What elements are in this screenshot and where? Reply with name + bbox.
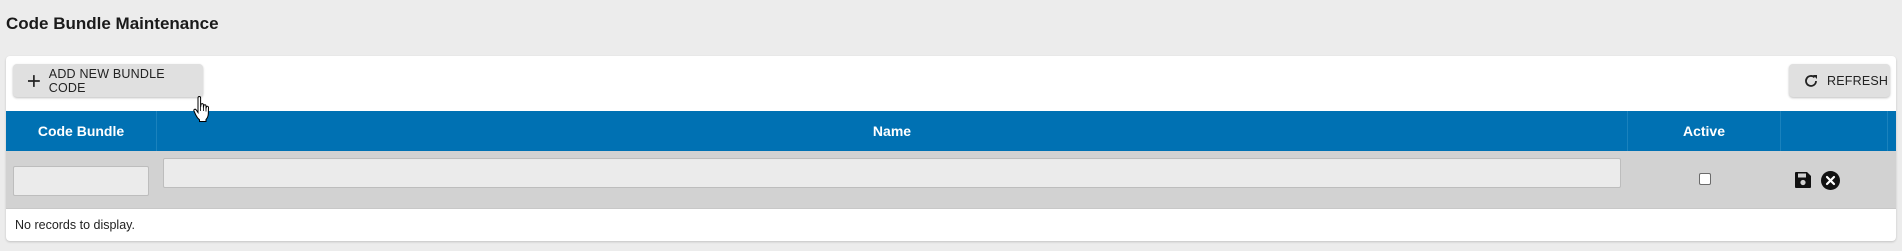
plus-icon <box>27 74 40 87</box>
column-header-active[interactable]: Active <box>1628 111 1781 151</box>
column-header-name[interactable]: Name <box>157 111 1628 151</box>
column-header-code-bundle[interactable]: Code Bundle <box>6 111 157 151</box>
code-bundle-input[interactable] <box>13 166 149 196</box>
no-records-message: No records to display. <box>6 208 1896 241</box>
add-new-bundle-code-label: ADD NEW BUNDLE CODE <box>48 66 165 95</box>
save-icon[interactable] <box>1793 170 1813 190</box>
column-header-actions <box>1781 111 1888 151</box>
grid-header: Code Bundle Name Active <box>6 111 1896 151</box>
page-title: Code Bundle Maintenance <box>6 14 219 33</box>
hand-cursor-icon <box>193 96 210 122</box>
new-record-edit-row <box>6 151 1896 208</box>
refresh-label: REFRESH <box>1827 73 1889 88</box>
refresh-icon <box>1805 74 1817 87</box>
refresh-button[interactable]: REFRESH <box>1789 64 1890 97</box>
add-new-bundle-code-button[interactable]: ADD NEW BUNDLE CODE <box>13 64 203 97</box>
name-input[interactable] <box>163 158 1621 188</box>
cancel-icon[interactable] <box>1820 170 1841 191</box>
code-bundle-grid-panel: ADD NEW BUNDLE CODE REFRESH Code Bundle … <box>6 56 1896 241</box>
active-checkbox[interactable] <box>1699 173 1711 185</box>
column-header-scroll-spacer <box>1888 111 1896 151</box>
